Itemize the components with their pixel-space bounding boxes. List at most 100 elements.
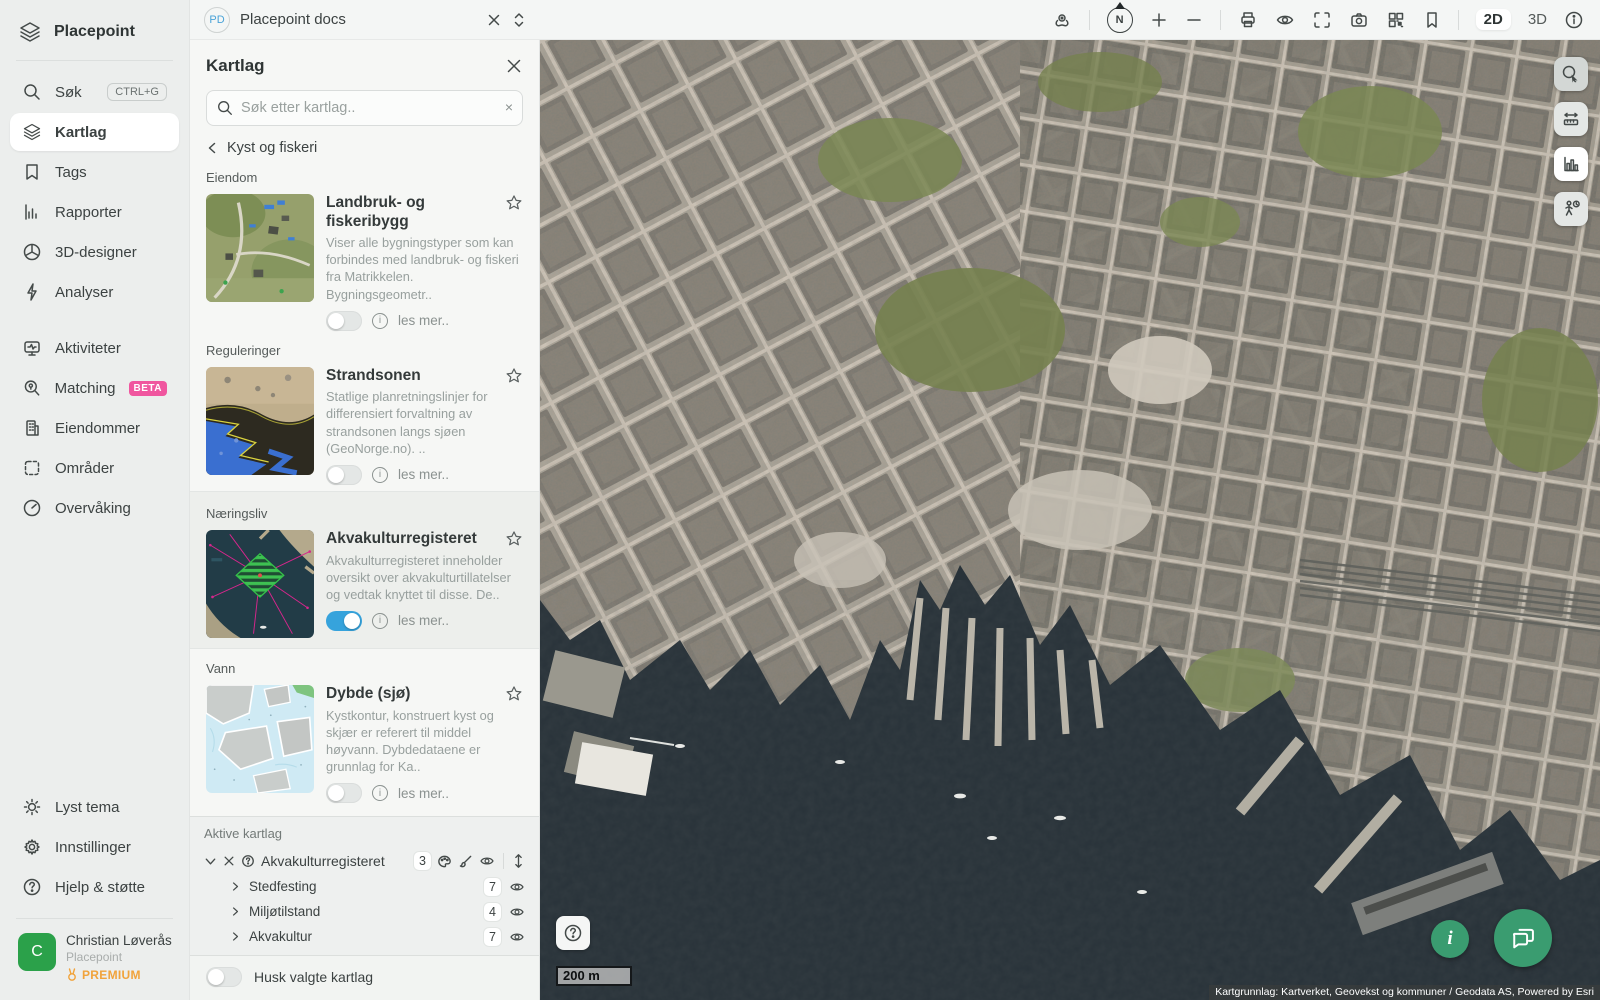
layer-thumbnail[interactable] (206, 529, 314, 638)
document-tab[interactable]: PD Placepoint docs (190, 6, 540, 33)
chevron-right-icon[interactable] (230, 931, 241, 942)
sidebar-item-lyst-tema[interactable]: Lyst tema (10, 788, 179, 826)
layer-info-icon[interactable]: i (372, 785, 388, 802)
info-circle-icon[interactable] (1564, 10, 1584, 30)
reorder-chevrons-icon[interactable] (512, 11, 526, 29)
fullscreen-icon[interactable] (1312, 10, 1332, 30)
zoom-out-icon[interactable] (1185, 11, 1203, 29)
visibility-eye-icon[interactable] (509, 879, 525, 895)
breadcrumb-label: Kyst og fiskeri (227, 140, 318, 156)
favorite-star-icon[interactable] (505, 685, 523, 703)
sidebar: Placepoint Søk CTRL+G Kartlag Tags Rappo… (0, 0, 190, 1000)
divider (1088, 9, 1090, 30)
layer-help-icon[interactable] (241, 854, 255, 868)
read-more-link[interactable]: les mer.. (398, 786, 449, 801)
layer-toggle[interactable] (326, 610, 362, 631)
bookmark-icon[interactable] (1423, 10, 1441, 30)
layer-thumbnail[interactable] (206, 366, 314, 475)
map-viewport[interactable]: 200 m Kartgrunnlag: Kartverket, Geovekst… (540, 40, 1600, 1000)
sidebar-item-sok[interactable]: Søk CTRL+G (10, 73, 179, 111)
layer-toggle[interactable] (326, 783, 362, 804)
layer-title: Dybde (sjø) (326, 684, 411, 702)
section-label: Vann (206, 660, 236, 676)
user-profile[interactable]: C Christian Løverås Placepoint PREMIUM (0, 919, 189, 986)
sidebar-item-eiendommer[interactable]: Eiendommer (10, 409, 179, 447)
visibility-eye-icon[interactable] (509, 904, 525, 920)
map-help-button[interactable] (556, 916, 590, 950)
app-window: Placepoint Søk CTRL+G Kartlag Tags Rappo… (0, 0, 1600, 1000)
mode-2d-button[interactable]: 2D (1475, 9, 1511, 30)
select-features-tool-button[interactable] (1554, 57, 1588, 91)
location-icon[interactable] (1052, 10, 1072, 30)
layer-thumbnail[interactable] (206, 684, 314, 793)
remember-layers-toggle[interactable] (206, 967, 242, 987)
layer-info-icon[interactable]: i (372, 612, 388, 629)
layer-toggle[interactable] (326, 310, 362, 331)
sidebar-item-3d-designer[interactable]: 3D-designer (10, 233, 179, 271)
close-panel-icon[interactable] (505, 57, 523, 75)
read-more-link[interactable]: les mer.. (398, 313, 449, 328)
sidebar-item-tags[interactable]: Tags (10, 153, 179, 191)
measure-tool-button[interactable] (1554, 102, 1588, 136)
layer-info-icon[interactable]: i (372, 466, 388, 483)
qr-code-icon[interactable] (1386, 10, 1406, 30)
sidebar-item-kartlag[interactable]: Kartlag (10, 113, 179, 151)
chat-fab[interactable] (1494, 909, 1552, 967)
sidebar-item-aktiviteter[interactable]: Aktiviteter (10, 329, 179, 367)
statistics-tool-button[interactable] (1554, 147, 1588, 181)
favorite-star-icon[interactable] (505, 530, 523, 548)
chevron-down-icon[interactable] (204, 855, 217, 868)
beta-badge: BETA (128, 380, 167, 396)
layer-thumbnail[interactable] (206, 194, 314, 302)
style-brush-icon[interactable] (458, 854, 473, 869)
layer-search: × (206, 90, 523, 126)
layer-title: Landbruk- og fiskeribygg (326, 194, 426, 230)
clear-search-icon[interactable]: × (505, 99, 513, 115)
sublayer-row-miljotilstand[interactable]: Miljøtilstand 4 (204, 899, 525, 924)
sidebar-item-analyser[interactable]: Analyser (10, 273, 179, 311)
eye-icon[interactable] (1275, 10, 1295, 30)
compass-needle-icon (1114, 1, 1125, 9)
sidebar-item-label: Rapporter (55, 203, 122, 221)
breadcrumb-back[interactable]: Kyst og fiskeri (190, 126, 539, 158)
premium-label: PREMIUM (82, 968, 141, 982)
sidebar-item-overvaking[interactable]: Overvåking (10, 489, 179, 527)
sidebar-item-hjelp[interactable]: Hjelp & støtte (10, 868, 179, 906)
chevron-right-icon[interactable] (230, 906, 241, 917)
read-more-link[interactable]: les mer.. (398, 467, 449, 482)
avatar[interactable]: C (18, 933, 56, 971)
sublayer-row-akvakultur[interactable]: Akvakultur 7 (204, 924, 525, 949)
mode-3d-button[interactable]: 3D (1528, 11, 1547, 28)
user-name: Christian Løverås (66, 933, 172, 948)
layer-toggle[interactable] (326, 464, 362, 485)
reorder-vertical-icon[interactable] (512, 853, 525, 869)
layer-info-icon[interactable]: i (372, 312, 388, 329)
sidebar-item-label: 3D-designer (55, 243, 137, 261)
sidebar-item-matching[interactable]: Matching BETA (10, 369, 179, 407)
read-more-link[interactable]: les mer.. (398, 613, 449, 628)
layer-search-input[interactable] (206, 90, 523, 126)
visibility-eye-icon[interactable] (509, 929, 525, 945)
sidebar-item-innstillinger[interactable]: Innstillinger (10, 828, 179, 866)
palette-icon[interactable] (437, 854, 452, 869)
map-info-fab[interactable]: i (1431, 920, 1469, 958)
sidebar-item-rapporter[interactable]: Rapporter (10, 193, 179, 231)
visibility-eye-icon[interactable] (479, 853, 495, 869)
favorite-star-icon[interactable] (505, 367, 523, 385)
chat-bubbles-icon (1513, 928, 1534, 949)
sidebar-item-omrader[interactable]: Områder (10, 449, 179, 487)
screenshot-camera-icon[interactable] (1349, 10, 1369, 30)
close-tab-icon[interactable] (486, 12, 502, 28)
active-layer-row[interactable]: Akvakulturregisteret 3 (204, 848, 525, 874)
travel-time-tool-button[interactable] (1554, 192, 1588, 226)
print-icon[interactable] (1238, 10, 1258, 30)
sidebar-item-label: Eiendommer (55, 419, 141, 437)
premium-row: PREMIUM (66, 968, 172, 982)
map-canvas[interactable] (540, 40, 1600, 1000)
remove-layer-icon[interactable] (223, 855, 235, 867)
sublayer-row-stedfesting[interactable]: Stedfesting 7 (204, 874, 525, 899)
zoom-in-icon[interactable] (1150, 11, 1168, 29)
favorite-star-icon[interactable] (505, 194, 523, 212)
compass-north-button[interactable]: N (1106, 1, 1133, 33)
chevron-right-icon[interactable] (230, 881, 241, 892)
